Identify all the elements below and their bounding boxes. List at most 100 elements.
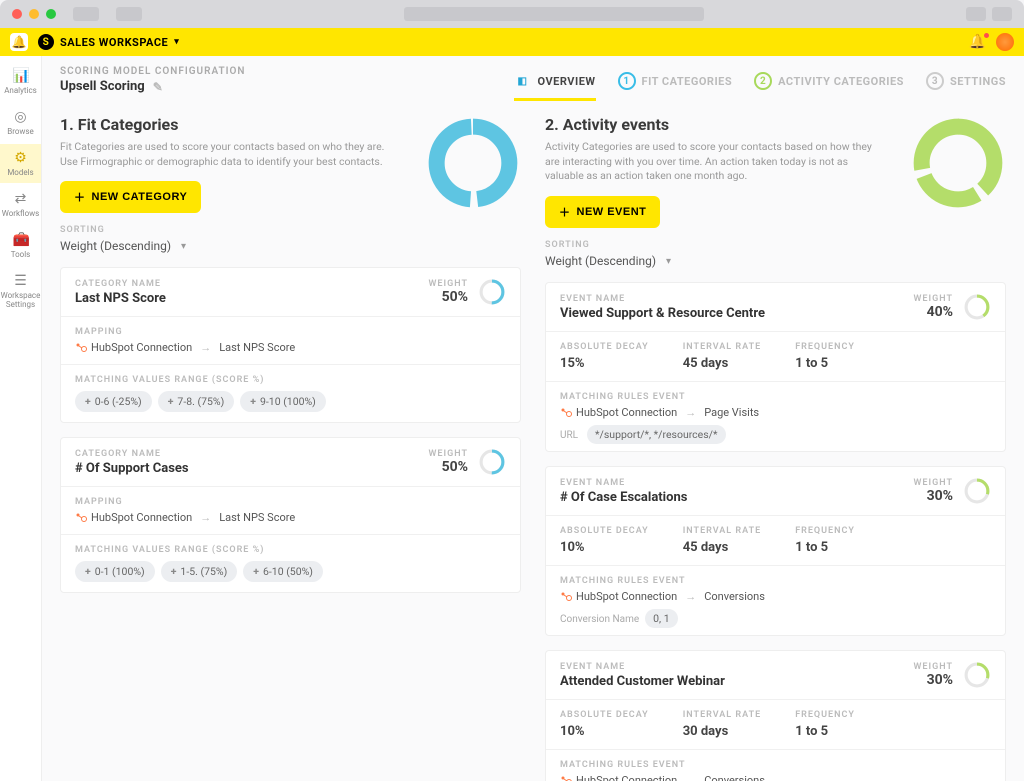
browser-button[interactable] xyxy=(966,7,986,21)
category-name: Last NPS Score xyxy=(75,291,166,306)
arrow-right-icon: → xyxy=(685,406,696,419)
event-name: Viewed Support & Resource Centre xyxy=(560,306,765,321)
weight-ring-icon xyxy=(963,293,991,321)
minimize-window-icon[interactable] xyxy=(29,9,39,19)
range-pill[interactable]: +9-10 (100%) xyxy=(240,391,326,412)
activity-event-card[interactable]: EVENT NAMEAttended Customer Webinar WEIG… xyxy=(545,650,1006,781)
range-pill[interactable]: +7-8. (75%) xyxy=(158,391,235,412)
url-pattern-pill[interactable]: */support/*, */resources/* xyxy=(587,425,726,444)
fit-category-card[interactable]: CATEGORY NAME # Of Support Cases WEIGHT … xyxy=(60,437,521,593)
step-1-icon: 1 xyxy=(618,72,636,90)
step-2-icon: 2 xyxy=(754,72,772,90)
model-name: Upsell Scoring xyxy=(60,79,145,94)
activity-desc: Activity Categories are used to score yo… xyxy=(545,140,875,184)
activity-donut-chart xyxy=(910,115,1006,211)
notifications-icon[interactable]: 🔔 xyxy=(969,34,986,50)
plus-icon: ＋ xyxy=(559,204,571,220)
sorting-label: SORTING xyxy=(60,225,521,235)
tab-settings[interactable]: 3 SETTINGS xyxy=(926,72,1006,101)
weight-value: 30% xyxy=(914,488,953,504)
workflow-icon: ⇄ xyxy=(13,191,29,207)
bar-chart-icon: 📊 xyxy=(13,68,29,84)
conversion-pill[interactable]: 0, 1 xyxy=(645,609,677,628)
arrow-right-icon: → xyxy=(200,341,211,354)
sidebar-item-analytics[interactable]: 📊Analytics xyxy=(0,62,41,101)
close-window-icon[interactable] xyxy=(12,9,22,19)
activity-event-card[interactable]: EVENT NAME Viewed Support & Resource Cen… xyxy=(545,282,1006,452)
tab-fit-categories[interactable]: 1 FIT CATEGORIES xyxy=(618,72,733,101)
new-category-button[interactable]: ＋ NEW CATEGORY xyxy=(60,181,201,213)
arrow-right-icon: → xyxy=(685,774,696,781)
hubspot-connection: HubSpot Connection xyxy=(75,511,192,524)
fit-donut-chart xyxy=(425,115,521,211)
event-name: Attended Customer Webinar xyxy=(560,674,725,689)
maximize-window-icon[interactable] xyxy=(46,9,56,19)
hubspot-icon xyxy=(75,342,87,354)
hubspot-icon xyxy=(560,591,572,603)
app-logo-icon[interactable]: 🔔 xyxy=(10,33,28,51)
tab-placeholder xyxy=(73,7,99,21)
weight-ring-icon xyxy=(478,448,506,476)
compass-icon: ◎ xyxy=(13,109,29,125)
range-pill[interactable]: +1-5. (75%) xyxy=(161,561,238,582)
sidebar-item-workflows[interactable]: ⇄Workflows xyxy=(0,185,41,224)
conversion-name-label: Conversion Name xyxy=(560,614,639,625)
sidebar-item-models[interactable]: ⚙Models xyxy=(0,144,41,183)
event-name: # Of Case Escalations xyxy=(560,490,687,505)
workspace-switcher[interactable]: S SALES WORKSPACE ▾ xyxy=(38,34,179,50)
arrow-right-icon: → xyxy=(200,511,211,524)
tab-placeholder xyxy=(116,7,142,21)
arrow-right-icon: → xyxy=(685,590,696,603)
chevron-down-icon: ▾ xyxy=(174,37,179,47)
weight-value: 50% xyxy=(429,459,468,475)
range-pill[interactable]: +6-10 (50%) xyxy=(243,561,323,582)
plus-icon: ＋ xyxy=(74,189,86,205)
activity-event-card[interactable]: EVENT NAME# Of Case Escalations WEIGHT30… xyxy=(545,466,1006,636)
hubspot-icon xyxy=(560,407,572,419)
sidebar-item-settings[interactable]: ☰Workspace Settings xyxy=(0,267,41,315)
sliders-icon: ☰ xyxy=(13,273,29,289)
breadcrumb: SCORING MODEL CONFIGURATION xyxy=(60,66,246,77)
address-bar[interactable] xyxy=(404,7,704,21)
tab-activity-categories[interactable]: 2 ACTIVITY CATEGORIES xyxy=(754,72,904,101)
user-avatar[interactable] xyxy=(996,33,1014,51)
fit-category-card[interactable]: CATEGORY NAME Last NPS Score WEIGHT 50% xyxy=(60,267,521,423)
chevron-down-icon: ▾ xyxy=(181,241,186,252)
range-pill[interactable]: +0-1 (100%) xyxy=(75,561,155,582)
topbar: 🔔 S SALES WORKSPACE ▾ 🔔 xyxy=(0,28,1024,56)
sidebar-item-browse[interactable]: ◎Browse xyxy=(0,103,41,142)
toolbox-icon: 🧰 xyxy=(13,232,29,248)
workspace-label: SALES WORKSPACE xyxy=(60,36,168,49)
plus-icon: + xyxy=(253,565,259,578)
gear-icon: ⚙ xyxy=(13,150,29,166)
fit-sort-select[interactable]: Weight (Descending) ▾ xyxy=(60,239,521,253)
weight-value: 30% xyxy=(914,672,953,688)
weight-value: 50% xyxy=(429,289,468,305)
plus-icon: + xyxy=(168,395,174,408)
fit-section: 1. Fit Categories Fit Categories are use… xyxy=(60,115,521,781)
edit-name-icon[interactable]: ✎ xyxy=(153,80,163,94)
plus-icon: + xyxy=(171,565,177,578)
browser-button[interactable] xyxy=(992,7,1012,21)
new-event-button[interactable]: ＋ NEW EVENT xyxy=(545,196,660,228)
fit-desc: Fit Categories are used to score your co… xyxy=(60,140,390,169)
sidebar-item-tools[interactable]: 🧰Tools xyxy=(0,226,41,265)
cube-icon: ◧ xyxy=(514,72,532,90)
activity-section: 2. Activity events Activity Categories a… xyxy=(545,115,1006,781)
sidebar: 📊Analytics ◎Browse ⚙Models ⇄Workflows 🧰T… xyxy=(0,56,42,781)
fit-title: 1. Fit Categories xyxy=(60,115,409,134)
weight-value: 40% xyxy=(914,304,953,320)
weight-ring-icon xyxy=(963,661,991,689)
category-name: # Of Support Cases xyxy=(75,461,189,476)
plus-icon: + xyxy=(250,395,256,408)
hubspot-connection: HubSpot Connection xyxy=(75,341,192,354)
hubspot-icon xyxy=(560,775,572,781)
main-content: SCORING MODEL CONFIGURATION Upsell Scori… xyxy=(42,56,1024,781)
activity-sort-select[interactable]: Weight (Descending) ▾ xyxy=(545,254,1006,268)
hubspot-connection: HubSpot Connection xyxy=(560,774,677,781)
range-pill[interactable]: +0-6 (-25%) xyxy=(75,391,152,412)
hubspot-connection: HubSpot Connection xyxy=(560,406,677,419)
tab-overview[interactable]: ◧ OVERVIEW xyxy=(514,72,596,101)
hubspot-icon xyxy=(75,512,87,524)
sorting-label: SORTING xyxy=(545,240,1006,250)
